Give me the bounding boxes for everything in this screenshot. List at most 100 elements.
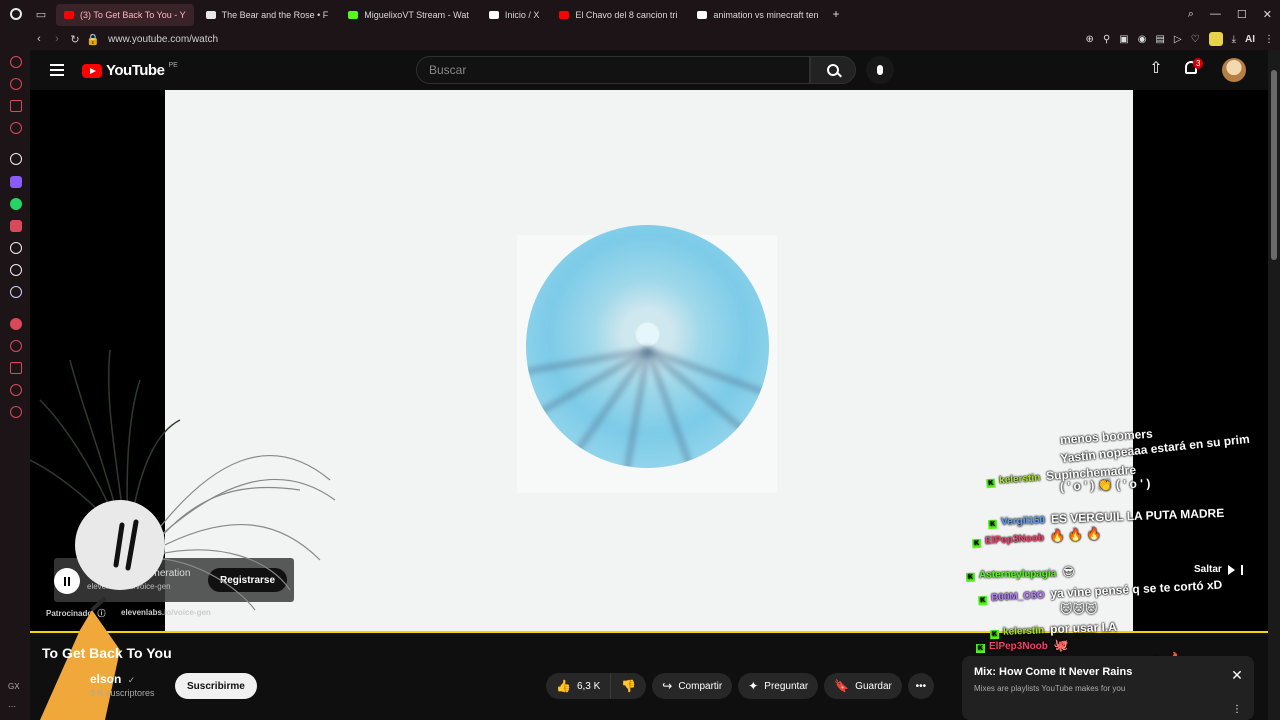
mix-playlist-panel[interactable]: Mix: How Come It Never Rains Mixes are p… (962, 656, 1254, 720)
page-scrollbar[interactable] (1268, 50, 1280, 720)
voice-search-button[interactable] (866, 56, 894, 84)
search-tabs-icon[interactable]: ⌕ (1188, 8, 1194, 21)
tab-favicon-icon (64, 11, 74, 19)
gx-corner-icon[interactable] (10, 56, 22, 68)
ask-button[interactable]: ✦ Preguntar (738, 673, 819, 699)
chat-message: K ElPep3Noob 🔥 🔥 🔥 (972, 527, 1102, 549)
tab-label: animation vs minecraft ten (713, 10, 819, 20)
search-box (416, 56, 810, 84)
like-count: 6,3 K (576, 680, 601, 692)
chatgpt-icon[interactable] (10, 153, 22, 165)
x-icon[interactable] (10, 264, 22, 276)
menu-icon[interactable] (50, 64, 64, 76)
subscribe-button[interactable]: Suscribirme (175, 673, 257, 699)
games-icon[interactable] (10, 122, 22, 134)
news-icon[interactable] (10, 100, 22, 112)
close-window-icon[interactable]: ✕ (1263, 8, 1272, 21)
browser-tab[interactable]: (3) To Get Back To You - Y (56, 4, 194, 26)
youtube-logo[interactable]: YouTube PE (82, 62, 178, 79)
save-button[interactable]: 🔖 Guardar (824, 673, 902, 699)
dislike-button[interactable]: 👎 (610, 673, 647, 699)
kick-badge-icon: K (986, 478, 996, 489)
search-button[interactable] (810, 56, 856, 84)
close-icon[interactable]: ✕ (1230, 668, 1244, 682)
shop-icon[interactable] (10, 384, 22, 396)
zoom-icon[interactable]: ⊕ (1086, 34, 1094, 45)
tab-label: The Bear and the Rose • F (221, 10, 329, 20)
search-icon (827, 64, 839, 76)
like-button[interactable]: 👍 6,3 K (546, 673, 611, 699)
channel-name[interactable]: elson ✓ (90, 672, 135, 686)
tiktok-icon[interactable] (10, 242, 22, 254)
browser-tab[interactable]: El Chavo del 8 cancion tri (551, 4, 685, 26)
youtube-header: YouTube PE ⇧ 3 (30, 50, 1268, 90)
pin-icon[interactable]: ⚲ (1103, 34, 1110, 45)
url-field[interactable]: www.youtube.com/watch (108, 34, 218, 45)
chat-text: 🔥 🔥 🔥 (1049, 526, 1102, 544)
snapshot-icon[interactable]: ▣ (1119, 34, 1128, 45)
back-icon[interactable]: ‹ (30, 33, 48, 45)
share-button[interactable]: ↪ Compartir (652, 673, 733, 699)
browser-tab[interactable]: animation vs minecraft ten (689, 4, 826, 26)
chat-text: 🐙 (1053, 638, 1069, 652)
whatsapp-icon[interactable] (10, 198, 22, 210)
extension-icon[interactable]: ▤ (1155, 34, 1164, 45)
video-actions: 👍 6,3 K 👎 ↪ Compartir ✦ Preguntar 🔖 Guar… (546, 673, 934, 699)
tab-favicon-icon (348, 11, 359, 19)
mix-title[interactable]: Mix: How Come It Never Rains (974, 666, 1132, 678)
adblock-icon[interactable]: ◉ (1138, 34, 1147, 45)
info-icon[interactable]: ⓘ (97, 609, 105, 618)
video-orb (526, 225, 769, 468)
tab-overview-icon[interactable]: ▭ (32, 8, 50, 21)
browser-tab[interactable]: Inicio / X (481, 4, 548, 26)
kick-badge-icon: K (972, 538, 982, 549)
twitch-icon[interactable] (10, 176, 22, 188)
forward-icon[interactable]: › (48, 33, 66, 45)
ad-signup-button[interactable]: Registrarse (208, 568, 288, 592)
reload-icon[interactable]: ↻ (66, 33, 84, 46)
sidebar-more-icon[interactable]: ⋯ (8, 702, 16, 711)
discord-icon[interactable] (10, 286, 22, 298)
chat-username: Vergil150 (1000, 515, 1046, 528)
browser-tab[interactable]: MiguelixoVT Stream - Wat (340, 4, 477, 26)
avatar[interactable] (1222, 58, 1246, 82)
ask-label: Preguntar (764, 680, 809, 692)
channel-name-text[interactable]: elson (90, 672, 121, 686)
emoji-extension-icon[interactable] (1208, 32, 1223, 46)
more-actions-button[interactable]: ••• (907, 673, 934, 699)
browser-menu-icon[interactable]: ⋮ (1264, 34, 1274, 45)
hand-icon[interactable] (10, 340, 22, 352)
settings-icon[interactable] (10, 406, 22, 418)
instagram-icon[interactable] (10, 220, 22, 232)
opera-menu-icon[interactable] (0, 0, 32, 28)
chat-text: 🐱🐱🐱 (1060, 602, 1098, 616)
lock-icon: 🔒 (86, 33, 100, 46)
chat-message: K Asterneylepagia 😎 (965, 565, 1075, 582)
chat-message: Kkelerstin por usar I.A (989, 620, 1117, 640)
minimize-icon[interactable]: — (1210, 8, 1221, 20)
scrollbar-thumb[interactable] (1271, 70, 1277, 260)
history-icon[interactable] (10, 78, 22, 90)
search-input[interactable] (417, 57, 809, 83)
share-label: Compartir (678, 680, 723, 692)
ad-title[interactable]: AI for Voice Generation (87, 568, 190, 579)
kick-badge-icon: K (965, 572, 976, 582)
mix-more-icon[interactable]: ⋮ (1232, 704, 1242, 715)
ad-domain-link[interactable]: elevenlabs.io/voice-gen (121, 608, 211, 617)
chat-username: kelerstin (998, 472, 1041, 487)
verified-icon: ✓ (127, 675, 136, 685)
aria-ai-button[interactable]: AI (1245, 34, 1255, 45)
youtube-play-icon (82, 63, 102, 78)
browser-tab[interactable]: The Bear and the Rose • F (198, 4, 337, 26)
maximize-icon[interactable]: ☐ (1237, 8, 1247, 21)
chat-message: K B00M_O3O ya vine pensé q se te cortó xD (978, 578, 1223, 606)
spotify-icon[interactable] (10, 318, 22, 330)
pause-button[interactable] (54, 568, 80, 594)
new-tab-button[interactable]: + (832, 7, 839, 21)
music-icon[interactable] (10, 362, 22, 374)
play-icon[interactable]: ▷ (1174, 34, 1182, 45)
download-icon[interactable]: ⤓ (1232, 34, 1236, 45)
bookmark-heart-icon[interactable]: ♡ (1191, 34, 1200, 45)
upload-icon[interactable]: ⇧ (1148, 60, 1164, 78)
mix-subtitle: Mixes are playlists YouTube makes for yo… (974, 684, 1126, 693)
